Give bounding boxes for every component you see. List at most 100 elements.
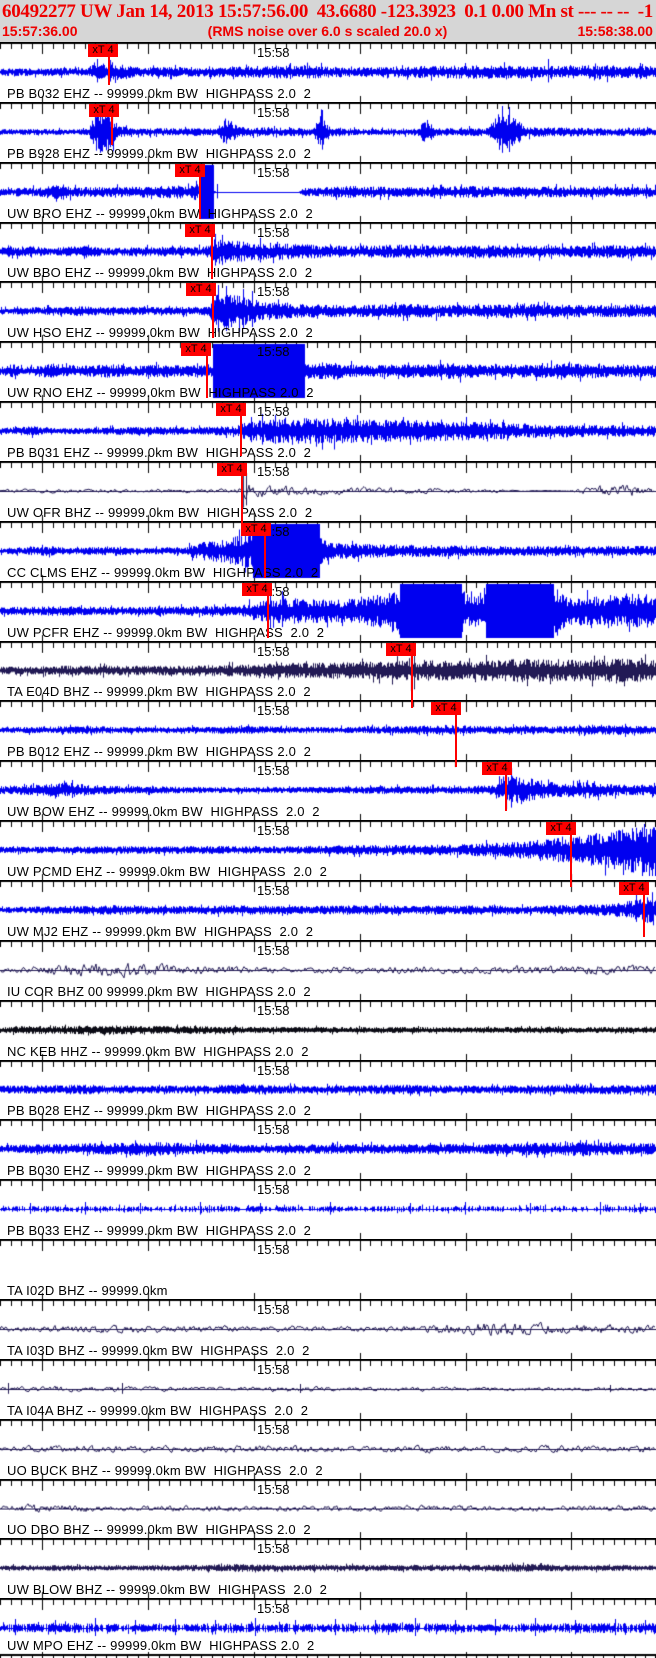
- time-tick-label: 15:58: [257, 464, 290, 480]
- phase-pick-flag[interactable]: xT 4: [88, 44, 118, 57]
- station-label: IU COR BHZ 00 99999.0km BW HIGHPASS 2.0 …: [7, 983, 311, 999]
- phase-pick-flag[interactable]: xT 4: [482, 762, 512, 776]
- time-tick-label: 15:58: [257, 1421, 290, 1437]
- time-tick-label: 15:58: [257, 703, 290, 719]
- trace-row[interactable]: 15:58 UO DBO BHZ -- 99999.0km BW HIGHPASS…: [0, 1478, 656, 1539]
- phase-pick-line: [111, 116, 113, 145]
- phase-pick-line: [211, 236, 213, 279]
- time-tick-label: 15:58: [257, 643, 290, 659]
- phase-pick-line: [264, 535, 266, 578]
- station-label: UW PCFR EHZ -- 99999.0km BW HIGHPASS 2.0…: [7, 624, 325, 640]
- phase-pick-line: [108, 57, 110, 85]
- phase-pick-line: [267, 595, 269, 638]
- window-end-time: 15:58:38.00: [577, 23, 653, 39]
- station-label: PB B033 EHZ -- 99999.0km BW HIGHPASS 2.0…: [7, 1223, 312, 1239]
- station-label: PB B012 EHZ -- 99999.0km BW HIGHPASS 2.0…: [7, 744, 312, 760]
- trace-row[interactable]: 15:58 PB B028 EHZ -- 99999.0km BW HIGHPAS…: [0, 1059, 656, 1120]
- trace-row[interactable]: 15:58 TA I04A BHZ -- 99999.0km BW HIGHPAS…: [0, 1358, 656, 1419]
- trace-row[interactable]: 15:58 PB B030 EHZ -- 99999.0km BW HIGHPAS…: [0, 1119, 656, 1180]
- phase-pick-flag[interactable]: xT 4: [386, 642, 416, 656]
- phase-pick-flag[interactable]: xT 4: [546, 822, 576, 836]
- station-label: UW PCMD EHZ -- 99999.0km BW HIGHPASS 2.0…: [7, 864, 328, 880]
- trace-row[interactable]: 15:58 xT 4 PB B928 EHZ -- 99999.0km BW HIG…: [0, 101, 656, 162]
- trace-row[interactable]: 15:58 xT 4 PB B012 EHZ -- 99999.0km BW HIG…: [0, 700, 656, 768]
- station-label: CC CLMS EHZ -- 99999.0km BW HIGHPASS 2.0…: [7, 564, 319, 580]
- phase-pick-line: [505, 775, 507, 812]
- station-label: UW MJ2 EHZ -- 99999.0km BW HIGHPASS 2.0 …: [7, 923, 314, 939]
- phase-pick-line: [199, 176, 201, 219]
- event-id-datetime: 60492277 UW Jan 14, 2013 15:57:56.00: [2, 1, 309, 22]
- time-tick-label: 15:58: [257, 1122, 290, 1138]
- phase-pick-flag[interactable]: xT 4: [181, 343, 211, 357]
- station-label: UW BRO EHZ -- 99999.0km BW HIGHPASS 2.0 …: [7, 205, 313, 221]
- scaling-note: (RMS noise over 6.0 s scaled 20.0 x): [207, 23, 448, 39]
- event-header: 60492277 UW Jan 14, 2013 15:57:56.00 43.…: [0, 0, 656, 42]
- trace-row[interactable]: 15:58 xT 4 UW BBO EHZ -- 99999.0km BW HIGH…: [0, 221, 656, 282]
- trace-row[interactable]: 15:58 NC KEB HHZ -- 99999.0km BW HIGHPASS…: [0, 999, 656, 1060]
- trace-row[interactable]: 15:58 UO BUCK BHZ -- 99999.0km BW HIGHPAS…: [0, 1418, 656, 1479]
- station-label: NC KEB HHZ -- 99999.0km BW HIGHPASS 2.0 …: [7, 1043, 309, 1059]
- trace-row[interactable]: 15:58 xT 4 CC CLMS EHZ -- 99999.0km BW HIG…: [0, 520, 656, 581]
- trace-row[interactable]: 15:58 TA I03D BHZ -- 99999.0km BW HIGHPAS…: [0, 1299, 656, 1359]
- station-label: PB B032 EHZ -- 99999.0km BW HIGHPASS 2.0…: [7, 85, 312, 101]
- time-tick-label: 15:58: [257, 1601, 290, 1617]
- trace-row[interactable]: 15:58 UW MPO EHZ -- 99999.0km BW HIGHPASS…: [0, 1598, 656, 1658]
- trace-row[interactable]: 15:58 xT 4 UW OFR BHZ -- 99999.0km BW HIGH…: [0, 461, 656, 529]
- phase-pick-flag[interactable]: xT 4: [89, 103, 119, 117]
- station-label: UO BUCK BHZ -- 99999.0km BW HIGHPASS 2.0…: [7, 1462, 323, 1478]
- station-label: TA I04A BHZ -- 99999.0km BW HIGHPASS 2.0…: [7, 1402, 309, 1418]
- station-label: PB B030 EHZ -- 99999.0km BW HIGHPASS 2.0…: [7, 1163, 312, 1179]
- phase-pick-line: [241, 476, 243, 529]
- station-label: PB B928 EHZ -- 99999.0km BW HIGHPASS 2.0…: [7, 145, 312, 161]
- station-label: UW OFR BHZ -- 99999.0km BW HIGHPASS 2.0 …: [7, 504, 313, 520]
- time-tick-label: 15:58: [257, 104, 290, 120]
- trace-row[interactable]: 15:58 xT 4 UW PCFR EHZ -- 99999.0km BW HIG…: [0, 580, 656, 641]
- trace-row[interactable]: 15:58 xT 4 UW BOW EHZ -- 99999.0km BW HIGH…: [0, 760, 656, 821]
- phase-pick-flag[interactable]: xT 4: [241, 522, 271, 536]
- station-label: PB B028 EHZ -- 99999.0km BW HIGHPASS 2.0…: [7, 1103, 312, 1119]
- phase-pick-flag[interactable]: xT 4: [185, 223, 215, 237]
- phase-pick-flag[interactable]: xT 4: [175, 163, 205, 177]
- station-label: UW MPO EHZ -- 99999.0km BW HIGHPASS 2.0 …: [7, 1638, 315, 1654]
- trace-row[interactable]: 15:58 xT 4 UW PCMD EHZ -- 99999.0km BW HIG…: [0, 820, 656, 888]
- time-tick-label: 15:58: [257, 1242, 290, 1258]
- time-tick-label: 15:58: [257, 404, 290, 420]
- trace-row[interactable]: 15:58 xT 4 UW BRO EHZ -- 99999.0km BW HIGH…: [0, 161, 656, 222]
- trace-row[interactable]: 15:58 xT 4 PB B031 EHZ -- 99999.0km BW HIG…: [0, 401, 656, 462]
- time-tick-label: 15:58: [257, 1361, 290, 1377]
- phase-pick-flag[interactable]: xT 4: [431, 702, 461, 716]
- trace-row[interactable]: 15:58 xT 4 UW MJ2 EHZ -- 99999.0km BW HIGH…: [0, 880, 656, 940]
- phase-pick-line: [240, 416, 242, 457]
- trace-row[interactable]: 15:58 xT 4 PB B032 EHZ -- 99999.0km BW HIG…: [0, 42, 656, 102]
- trace-row[interactable]: 15:58 IU COR BHZ 00 99999.0km BW HIGHPASS…: [0, 939, 656, 1000]
- waveform-panel: 15:58 xT 4 PB B032 EHZ -- 99999.0km BW HIG…: [0, 42, 656, 1658]
- trace-row[interactable]: 15:58 UW BLOW BHZ -- 99999.0km BW HIGHPAS…: [0, 1538, 656, 1599]
- time-window-line: 15:57:36.00 (RMS noise over 6.0 s scaled…: [0, 22, 656, 40]
- phase-pick-flag[interactable]: xT 4: [619, 882, 649, 896]
- station-label: UW BBO EHZ -- 99999.0km BW HIGHPASS 2.0 …: [7, 265, 313, 281]
- trace-row[interactable]: 15:58 PB B033 EHZ -- 99999.0km BW HIGHPAS…: [0, 1179, 656, 1240]
- phase-pick-line: [570, 835, 572, 888]
- time-tick-label: 15:58: [257, 344, 290, 360]
- station-label: UO DBO BHZ -- 99999.0km BW HIGHPASS 2.0 …: [7, 1522, 311, 1538]
- phase-pick-line: [206, 356, 208, 399]
- phase-pick-line: [455, 715, 457, 768]
- phase-pick-flag[interactable]: xT 4: [242, 582, 272, 596]
- trace-row[interactable]: 15:58 TA I02D BHZ -- 99999.0km: [0, 1239, 656, 1300]
- phase-pick-flag[interactable]: xT 4: [217, 463, 247, 477]
- time-tick-label: 15:58: [257, 1302, 290, 1318]
- event-summary-line: 60492277 UW Jan 14, 2013 15:57:56.00 43.…: [0, 0, 656, 22]
- window-start-time: 15:57:36.00: [2, 23, 78, 39]
- time-tick-label: 15:58: [257, 1541, 290, 1557]
- station-label: UW HSO EHZ -- 99999.0km BW HIGHPASS 2.0 …: [7, 325, 313, 341]
- time-tick-label: 15:58: [257, 1002, 290, 1018]
- event-location: 43.6680 -123.3923: [316, 1, 456, 22]
- trace-row[interactable]: 15:58 xT 4 UW HSO EHZ -- 99999.0km BW HIGH…: [0, 281, 656, 342]
- phase-pick-flag[interactable]: xT 4: [186, 283, 216, 297]
- trace-row[interactable]: 15:58 xT 4 TA E04D BHZ -- 99999.0km BW HIG…: [0, 640, 656, 708]
- time-tick-label: 15:58: [257, 164, 290, 180]
- station-label: PB B031 EHZ -- 99999.0km BW HIGHPASS 2.0…: [7, 445, 312, 461]
- phase-pick-flag[interactable]: xT 4: [216, 403, 246, 417]
- trace-row[interactable]: 15:58 xT 4 UW RNO EHZ -- 99999.0km BW HIGH…: [0, 341, 656, 402]
- station-label: TA I02D BHZ -- 99999.0km: [7, 1283, 168, 1299]
